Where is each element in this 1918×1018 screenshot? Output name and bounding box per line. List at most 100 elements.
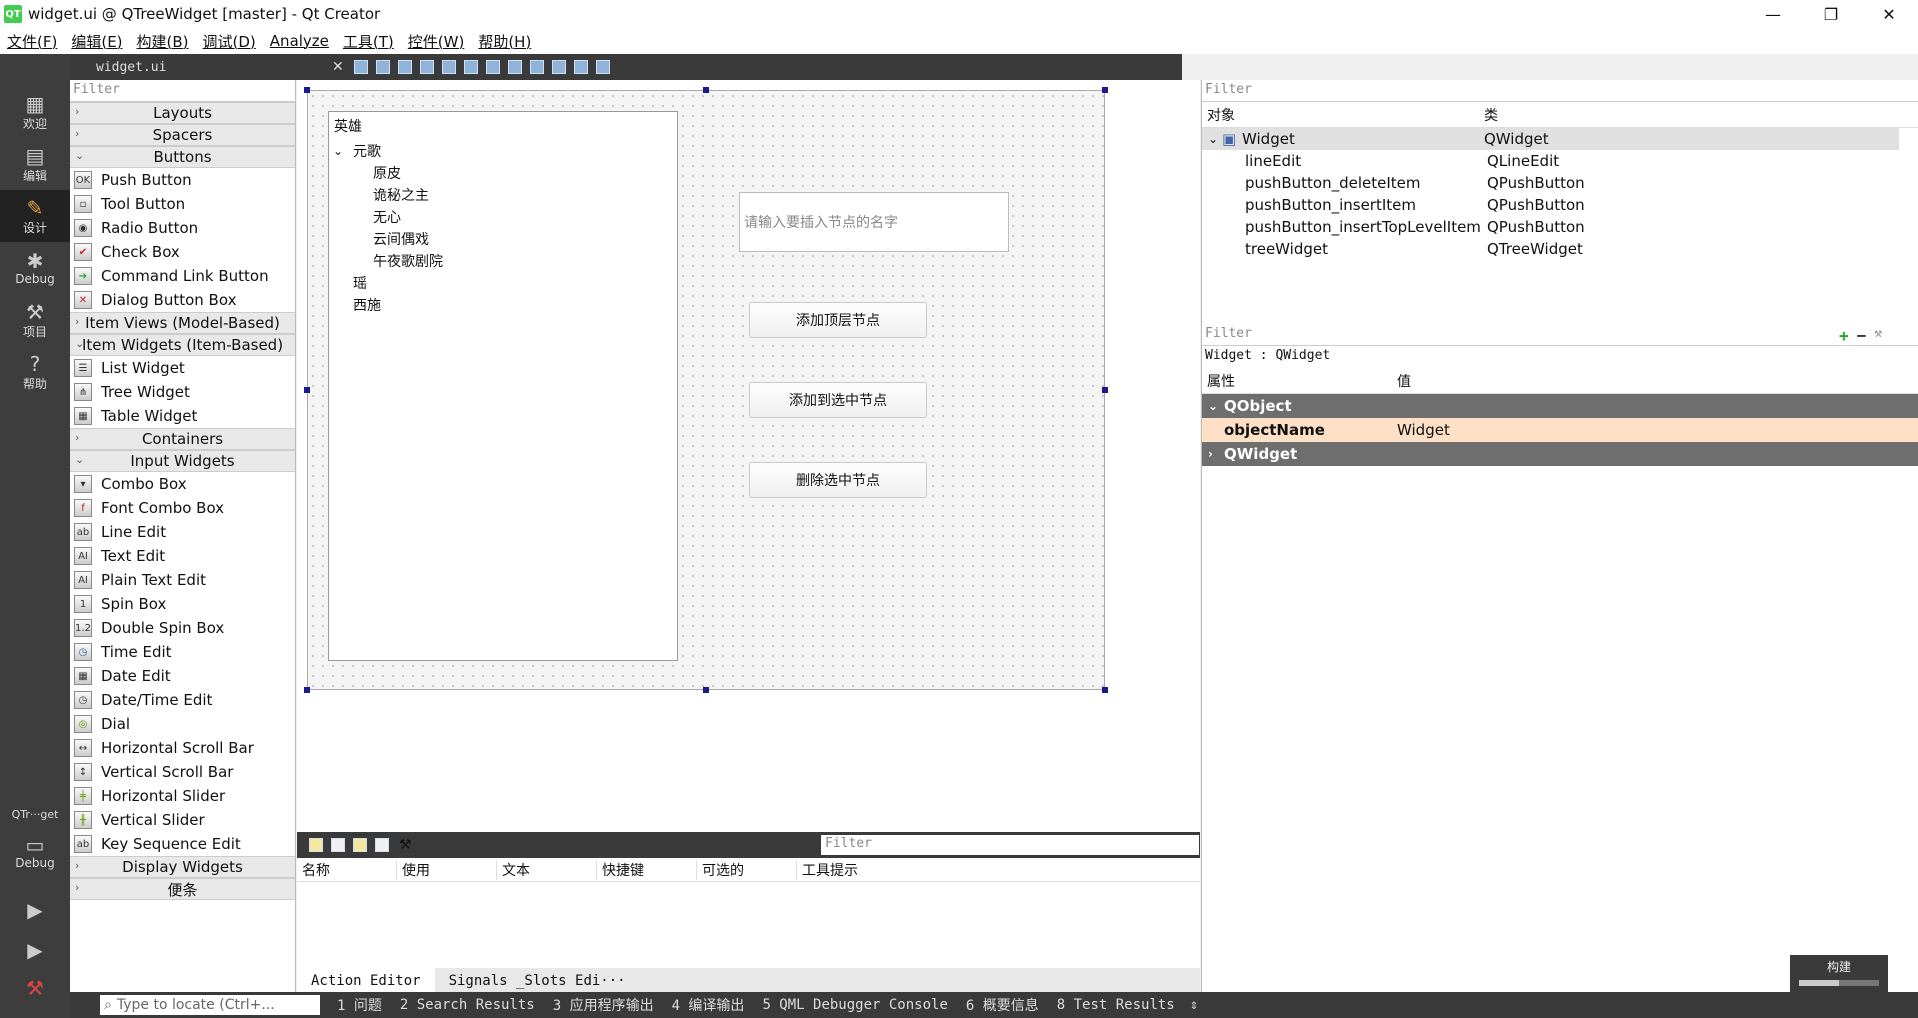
menu-controls[interactable]: 控件(W) [401, 31, 472, 52]
col-checkable[interactable]: 可选的 [697, 859, 797, 880]
widget-tool-button[interactable]: ▫ Tool Button [70, 192, 295, 216]
tab-signals-slots[interactable]: Signals _Slots Edi··· [435, 973, 640, 992]
build-progress[interactable]: 构建 [1790, 955, 1888, 992]
widget-radio-button[interactable]: ◉ Radio Button [70, 216, 295, 240]
resize-handle[interactable] [304, 87, 310, 93]
tree-item-child[interactable]: 无心 [329, 206, 677, 228]
object-filter[interactable]: Filter [1202, 80, 1918, 102]
splitter-horizontal-icon[interactable] [485, 60, 500, 74]
minimize-icon[interactable]: — [1744, 0, 1802, 28]
object-row[interactable]: pushButton_insertItem QPushButton [1202, 194, 1918, 216]
widget-command-link-button[interactable]: ➔ Command Link Button [70, 264, 295, 288]
menu-file[interactable]: 文件(F) [0, 31, 64, 52]
splitter-vertical-icon[interactable] [507, 60, 522, 74]
tab-qml-debugger[interactable]: 5 QML Debugger Console [753, 997, 956, 1013]
object-row[interactable]: pushButton_deleteItem QPushButton [1202, 172, 1918, 194]
category-item-views[interactable]: › Item Views (Model-Based) [70, 312, 295, 334]
col-tooltip[interactable]: 工具提示 [797, 860, 897, 880]
widget-vertical-slider[interactable]: ╫ Vertical Slider [70, 808, 295, 832]
resize-handle[interactable] [304, 687, 310, 693]
widget-combo-box[interactable]: ▾ Combo Box [70, 472, 295, 496]
menu-debug[interactable]: 调试(D) [196, 31, 263, 52]
resize-handle[interactable] [703, 687, 709, 693]
resize-handle[interactable] [304, 387, 310, 393]
layout-horizontal-icon[interactable] [441, 60, 456, 74]
col-class[interactable]: 类 [1484, 105, 1498, 125]
tree-widget[interactable]: 英雄 ⌄ 元歌 原皮 诡秘之主 无心 云间偶戏 午夜歌剧院 瑶 西施 [328, 111, 678, 661]
widget-horizontal-scroll-bar[interactable]: ↔ Horizontal Scroll Bar [70, 736, 295, 760]
widget-tree-widget[interactable]: ⋔ Tree Widget [70, 380, 295, 404]
layout-grid-icon[interactable] [529, 60, 544, 74]
tree-item-parent[interactable]: ⌄ 元歌 [329, 140, 677, 162]
object-row[interactable]: pushButton_insertTopLevelItem QPushButton [1202, 216, 1918, 238]
delete-action-icon[interactable] [375, 838, 389, 852]
tab-general-messages[interactable]: 6 概要信息 [957, 995, 1048, 1015]
property-row-objectname[interactable]: objectName Widget [1202, 418, 1918, 442]
new-action-icon[interactable] [309, 838, 323, 852]
object-row[interactable]: lineEdit QLineEdit [1202, 150, 1918, 172]
menu-edit[interactable]: 编辑(E) [64, 31, 129, 52]
tree-item-child[interactable]: 诡秘之主 [329, 184, 677, 206]
widget-spin-box[interactable]: 1 Spin Box [70, 592, 295, 616]
build-button[interactable]: ⚒ [0, 970, 70, 1006]
debug-run-button[interactable]: ▶ [0, 932, 70, 968]
break-layout-icon[interactable] [573, 60, 588, 74]
widget-line-edit[interactable]: ab Line Edit [70, 520, 295, 544]
menu-tools[interactable]: 工具(T) [336, 31, 401, 52]
widget-dialog-button-box[interactable]: ✕ Dialog Button Box [70, 288, 295, 312]
widgetbox-filter[interactable]: Filter [70, 80, 295, 102]
open-file-combo[interactable]: widget.ui [96, 60, 326, 75]
mode-debug[interactable]: ✱ Debug [0, 242, 70, 294]
edit-buddies-icon[interactable] [397, 60, 412, 74]
tree-header[interactable]: 英雄 [329, 112, 677, 140]
group-qobject[interactable]: ⌄ QObject [1202, 394, 1918, 418]
col-property[interactable]: 属性 [1202, 371, 1397, 391]
widget-list-widget[interactable]: ☰ List Widget [70, 356, 295, 380]
run-button[interactable]: ▶ [0, 892, 70, 928]
form-widget[interactable]: 英雄 ⌄ 元歌 原皮 诡秘之主 无心 云间偶戏 午夜歌剧院 瑶 西施 请输入要插入… [307, 90, 1105, 690]
menu-help[interactable]: 帮助(H) [471, 31, 538, 52]
edit-tab-order-icon[interactable] [419, 60, 434, 74]
insert-top-level-button[interactable]: 添加顶层节点 [749, 302, 927, 338]
tree-item-child[interactable]: 原皮 [329, 162, 677, 184]
action-filter[interactable]: Filter [821, 835, 1199, 855]
close-file-icon[interactable]: ✕ [332, 59, 344, 75]
up-down-arrow-icon[interactable]: ⇕ [1184, 997, 1198, 1013]
tab-issues[interactable]: 1 问题 [328, 995, 391, 1015]
tree-item-child[interactable]: 云间偶戏 [329, 228, 677, 250]
widget-double-spin-box[interactable]: 1.2 Double Spin Box [70, 616, 295, 640]
category-spacers[interactable]: › Spacers [70, 124, 295, 146]
property-filter[interactable]: Filter [1205, 326, 1825, 343]
resize-handle[interactable] [1102, 687, 1108, 693]
menu-analyze[interactable]: Analyze [263, 32, 336, 50]
tab-compile-output[interactable]: 4 编译输出 [663, 995, 754, 1015]
chevron-down-icon[interactable]: ⌄ [333, 144, 353, 158]
copy-action-icon[interactable] [331, 838, 345, 852]
category-notes[interactable]: › 便条 [70, 878, 295, 900]
category-display-widgets[interactable]: › Display Widgets [70, 856, 295, 878]
widget-table-widget[interactable]: ▦ Table Widget [70, 404, 295, 428]
widget-vertical-scroll-bar[interactable]: ↕ Vertical Scroll Bar [70, 760, 295, 784]
col-value[interactable]: 值 [1397, 371, 1411, 391]
mode-design[interactable]: ✎ 设计 [0, 190, 70, 242]
widget-push-button[interactable]: OK Push Button [70, 168, 295, 192]
edit-signals-icon[interactable] [375, 60, 390, 74]
mode-help[interactable]: ? 帮助 [0, 346, 70, 398]
insert-item-button[interactable]: 添加到选中节点 [749, 382, 927, 418]
mode-edit[interactable]: ▤ 编辑 [0, 138, 70, 190]
widget-horizontal-slider[interactable]: ╪ Horizontal Slider [70, 784, 295, 808]
object-row-widget[interactable]: ⌄ ▣ Widget QWidget [1202, 128, 1899, 150]
remove-property-icon[interactable]: − [1857, 326, 1867, 345]
tab-test-results[interactable]: 8 Test Results [1048, 997, 1184, 1013]
category-input-widgets[interactable]: ⌄ Input Widgets [70, 450, 295, 472]
insert-name-input[interactable]: 请输入要插入节点的名字 [739, 192, 1009, 252]
mode-welcome[interactable]: ▦ 欢迎 [0, 86, 70, 138]
col-name[interactable]: 名称 [297, 859, 397, 880]
widget-key-sequence-edit[interactable]: ab Key Sequence Edit [70, 832, 295, 856]
kit-selector[interactable]: ▭ Debug [0, 826, 70, 878]
col-text[interactable]: 文本 [497, 859, 597, 880]
resize-handle[interactable] [703, 87, 709, 93]
tab-app-output[interactable]: 3 应用程序输出 [544, 995, 663, 1015]
widget-text-edit[interactable]: AI Text Edit [70, 544, 295, 568]
category-item-widgets[interactable]: ⌄ Item Widgets (Item-Based) [70, 334, 295, 356]
